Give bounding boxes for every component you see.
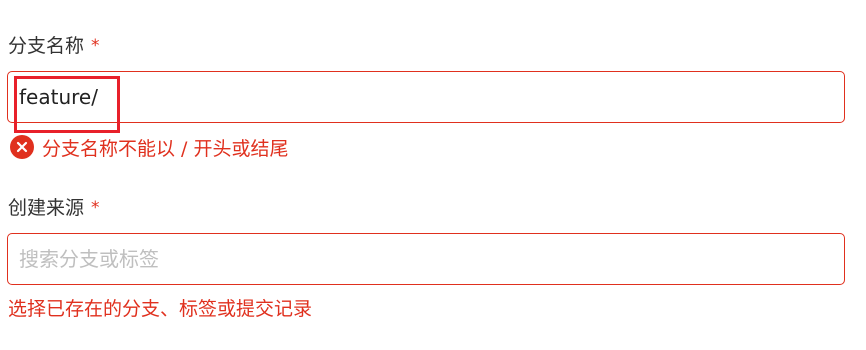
required-mark: *	[91, 36, 100, 56]
create-branch-form: 分支名称 * 分支名称不能以 / 开头或结尾 创建来源 * 选择已存在的分支、标签或…	[0, 0, 866, 350]
required-mark: *	[91, 198, 100, 218]
branch-name-label: 分支名称 *	[8, 34, 100, 59]
branch-name-input[interactable]	[8, 72, 844, 122]
error-circle-icon	[10, 135, 34, 159]
branch-name-label-text: 分支名称	[8, 35, 85, 57]
source-label-text: 创建来源	[8, 197, 85, 219]
branch-name-field[interactable]	[7, 71, 845, 123]
source-field[interactable]	[7, 233, 845, 285]
source-search-input[interactable]	[8, 234, 844, 284]
source-hint-text: 选择已存在的分支、标签或提交记录	[8, 298, 313, 320]
branch-name-error-text: 分支名称不能以 / 开头或结尾	[42, 137, 289, 160]
source-label: 创建来源 *	[8, 196, 100, 221]
branch-name-error: 分支名称不能以 / 开头或结尾	[10, 134, 288, 160]
